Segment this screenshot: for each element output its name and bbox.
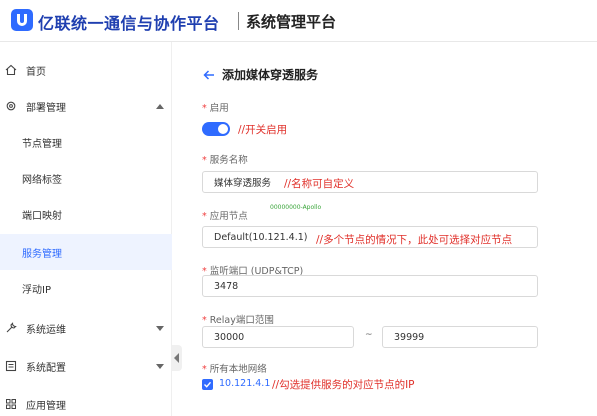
sidebar-item-label: 部署管理 <box>26 102 66 114</box>
sidebar-item-config[interactable]: 系统配置 <box>0 348 172 384</box>
relay-range-label: * Relay端口范围 <box>202 315 274 326</box>
enable-toggle[interactable] <box>202 122 230 136</box>
sidebar-item-deploy[interactable]: 部署管理 <box>0 88 172 124</box>
list-icon <box>5 360 17 372</box>
service-name-annotation: //名称可自定义 <box>284 178 355 190</box>
enable-label: * 启用 <box>202 103 229 114</box>
local-network-checkbox[interactable] <box>202 379 213 390</box>
sidebar-item-label: 首页 <box>26 66 46 78</box>
required-mark: * <box>202 103 207 114</box>
gear-icon <box>6 101 16 111</box>
sidebar-item-node-management[interactable]: 节点管理 <box>0 124 172 160</box>
range-separator: ~ <box>365 330 373 340</box>
service-name-input[interactable]: 媒体穿透服务 <box>202 171 538 193</box>
chevron-down-icon <box>156 363 164 369</box>
sidebar-collapse-button[interactable] <box>172 345 182 371</box>
relay-range-end-input[interactable]: 39999 <box>382 326 538 348</box>
sidebar-item-port-mapping[interactable]: 端口映射 <box>0 196 172 232</box>
listen-port-input[interactable]: 3478 <box>202 275 538 297</box>
chevron-up-icon <box>156 103 164 109</box>
sidebar-item-label: 浮动IP <box>22 284 51 296</box>
grid-icon <box>6 399 16 409</box>
sidebar-item-network-tags[interactable]: 网络标签 <box>0 160 172 196</box>
sidebar: 首页 部署管理 节点管理 网络标签 端口映射 服务管理 浮动IP 系统运维 系统… <box>0 42 172 416</box>
sidebar-item-service-management[interactable]: 服务管理 <box>0 234 172 270</box>
relay-range-start-input[interactable]: 30000 <box>202 326 354 348</box>
brand-name: 亿联统一通信与协作平台 <box>38 14 220 33</box>
enable-annotation: //开关启用 <box>238 124 288 136</box>
app-node-label: * 应用节点 <box>202 211 248 222</box>
required-mark: * <box>202 364 207 375</box>
page-title: 添加媒体穿透服务 <box>222 68 319 82</box>
sidebar-item-ops[interactable]: 系统运维 <box>0 310 172 346</box>
chevron-down-icon <box>156 325 164 331</box>
sidebar-item-label: 服务管理 <box>22 248 62 260</box>
brand-logo-icon <box>11 9 33 31</box>
sidebar-item-label: 系统配置 <box>26 362 66 374</box>
required-mark: * <box>202 315 207 326</box>
local-network-ip[interactable]: 10.121.4.1 <box>219 378 270 389</box>
sidebar-item-label: 系统运维 <box>26 324 66 336</box>
back-arrow-icon[interactable] <box>202 68 216 82</box>
local-networks-label: * 所有本地网络 <box>202 364 267 375</box>
check-icon <box>204 381 212 388</box>
local-networks-annotation: //勾选提供服务的对应节点的IP <box>272 379 415 391</box>
sidebar-item-label: 应用管理 <box>26 400 66 412</box>
sidebar-item-apps[interactable]: 应用管理 <box>0 386 172 416</box>
sidebar-item-home[interactable]: 首页 <box>0 52 172 88</box>
home-icon <box>5 64 17 76</box>
app-node-annotation: //多个节点的情况下，此处可选择对应节点 <box>316 234 513 246</box>
sidebar-item-label: 网络标签 <box>22 174 62 186</box>
watermark-text: 00000000-Apollo <box>270 204 322 211</box>
system-title: 系统管理平台 <box>246 13 337 31</box>
page-header: 添加媒体穿透服务 <box>202 66 318 83</box>
sidebar-item-label: 节点管理 <box>22 138 62 150</box>
service-name-label: * 服务名称 <box>202 155 248 166</box>
sidebar-item-floating-ip[interactable]: 浮动IP <box>0 270 172 306</box>
main-content: 添加媒体穿透服务 * 启用 //开关启用 * 服务名称 媒体穿透服务 //名称可自定… <box>182 42 597 416</box>
required-mark: * <box>202 155 207 166</box>
header-divider <box>238 12 239 30</box>
wrench-icon <box>6 322 17 333</box>
required-mark: * <box>202 211 207 222</box>
sidebar-item-label: 端口映射 <box>22 210 62 222</box>
top-header: 亿联统一通信与协作平台 系统管理平台 <box>0 0 597 42</box>
